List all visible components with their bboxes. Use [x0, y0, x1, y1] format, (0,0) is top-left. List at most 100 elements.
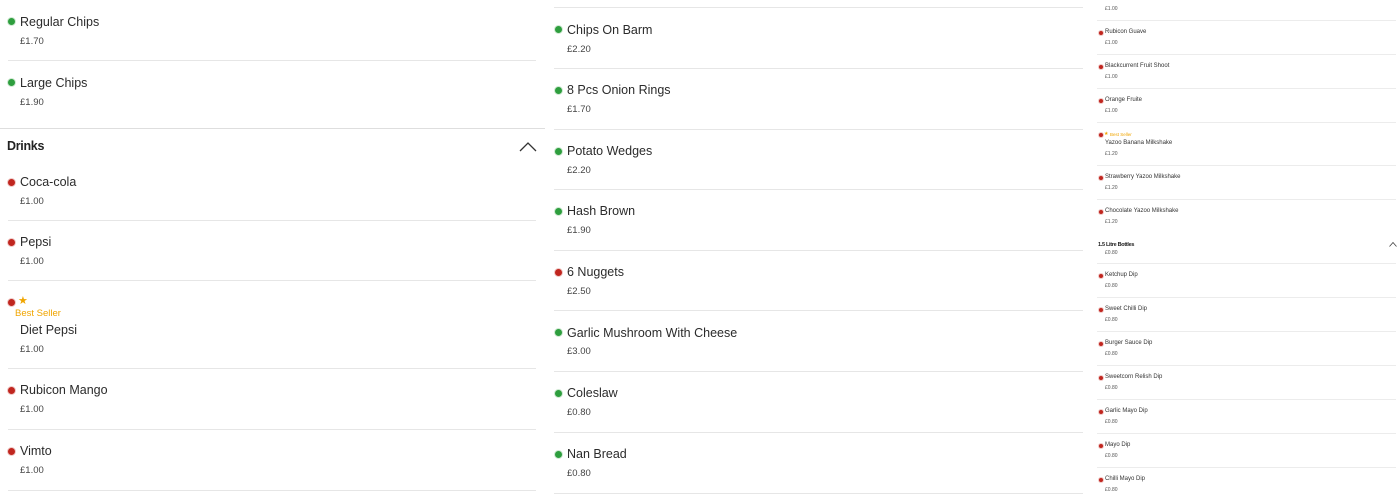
menu-item[interactable]: Sweetcorn Relish Dip £0.80: [1093, 366, 1400, 400]
item-price: £1.00: [20, 344, 44, 355]
chevron-up-icon[interactable]: [519, 140, 537, 152]
section-title-drinks: Drinks: [7, 139, 45, 153]
nonveg-indicator-icon: [8, 299, 15, 306]
section-divider: [0, 128, 545, 129]
menu-item[interactable]: 8 Pcs Onion Rings £1.70: [547, 69, 1090, 130]
item-name: Coca-cola: [20, 175, 77, 189]
menu-item[interactable]: Rubicon Mango £1.00: [0, 369, 545, 430]
star-icon: ★: [1104, 131, 1109, 137]
menu-item[interactable]: Potato Wedges £2.20: [547, 130, 1090, 190]
item-name: Garlic Mayo Dip: [1105, 408, 1148, 414]
item-name: Chilli Mayo Dip: [1105, 476, 1146, 482]
nonveg-indicator-icon: [1099, 176, 1103, 180]
item-price: £0.80: [1105, 419, 1118, 425]
item-price: £3.00: [567, 346, 591, 357]
item-name: Diet Pepsi: [20, 323, 77, 337]
item-price: £1.00: [20, 404, 44, 415]
nonveg-indicator-icon: [1099, 444, 1103, 448]
menu-item[interactable]: Orange Fruite £1.00: [1093, 89, 1400, 123]
menu-item[interactable]: Garlic Mushroom With Cheese £3.00: [547, 311, 1090, 372]
item-name: Potato Wedges: [567, 144, 653, 158]
menu-item[interactable]: Rubicon Guave £1.00: [1093, 21, 1400, 55]
menu-item[interactable]: Chips On Barm £2.20: [547, 8, 1090, 69]
item-price: £1.20: [1105, 185, 1118, 191]
menu-item[interactable]: Mayo Dip £0.80: [1093, 434, 1400, 468]
nonveg-indicator-icon: [8, 179, 15, 186]
menu-item[interactable]: Chilli Mayo Dip £0.80: [1093, 468, 1400, 500]
item-name: Yazoo Banana Milkshake: [1105, 140, 1173, 146]
veg-indicator-icon: [555, 451, 562, 458]
item-name: Burger Sauce Dip: [1105, 340, 1153, 346]
star-icon: ★: [18, 295, 28, 307]
item-price: £0.80: [567, 407, 591, 418]
nonveg-indicator-icon: [1099, 210, 1103, 214]
nonveg-indicator-icon: [1099, 342, 1103, 346]
item-name: Rubicon Guave: [1105, 29, 1147, 35]
menu-item[interactable]: Chocolate Yazoo Milkshake £1.20: [1093, 200, 1400, 234]
item-name: Large Chips: [20, 76, 88, 90]
item-name: Sweet Chilli Dip: [1105, 306, 1148, 312]
veg-indicator-icon: [555, 26, 562, 33]
item-price: £1.20: [1105, 219, 1118, 225]
menu-item[interactable]: 6 Nuggets £2.50: [547, 251, 1090, 311]
item-name: Pepsi: [20, 235, 52, 249]
item-name: Chocolate Yazoo Milkshake: [1105, 208, 1179, 214]
menu-item[interactable]: Large Chips £1.90: [0, 61, 545, 128]
item-price: £1.00: [1105, 40, 1118, 46]
divider: [554, 493, 1083, 494]
menu-item[interactable]: Strawberry Yazoo Milkshake £1.20: [1093, 166, 1400, 200]
item-price: £1.90: [20, 97, 44, 108]
item-name: 6 Nuggets: [567, 265, 624, 279]
item-name: 8 Pcs Onion Rings: [567, 83, 671, 97]
item-price: £0.80: [1105, 453, 1118, 459]
item-price: £1.70: [567, 104, 591, 115]
item-price: £1.20: [1105, 151, 1118, 157]
menu-item[interactable]: Regular Chips £1.70: [0, 0, 545, 61]
menu-item[interactable]: Coleslaw £0.80: [547, 372, 1090, 433]
section-title-bottles: 1.5 Litre Bottles: [1098, 242, 1135, 248]
nonveg-indicator-icon: [8, 387, 15, 394]
menu-item[interactable]: ★ Best Seller Diet Pepsi £1.00: [0, 281, 545, 369]
item-price: £0.80: [1105, 250, 1118, 256]
best-seller-badge: Best Seller: [1110, 132, 1132, 137]
item-price: £0.80: [1105, 317, 1118, 323]
menu-item[interactable]: Vimto £1.00: [0, 430, 545, 491]
item-price: £0.80: [1105, 385, 1118, 391]
item-price: £2.50: [567, 286, 591, 297]
item-name: Sweetcorn Relish Dip: [1105, 374, 1163, 380]
divider: [8, 490, 536, 491]
veg-indicator-icon: [555, 87, 562, 94]
menu-item[interactable]: Burger Sauce Dip £0.80: [1093, 332, 1400, 366]
chevron-up-icon[interactable]: [1389, 241, 1397, 247]
item-name: Rubicon Mango: [20, 383, 108, 397]
item-price: £1.00: [20, 256, 44, 267]
menu-item[interactable]: Pepsi £1.00: [0, 221, 545, 281]
veg-indicator-icon: [555, 208, 562, 215]
nonveg-indicator-icon: [8, 448, 15, 455]
menu-item[interactable]: Nan Bread £0.80: [547, 433, 1090, 494]
item-name: Ketchup Dip: [1105, 272, 1138, 278]
menu-item[interactable]: ★ Best Seller Yazoo Banana Milkshake £1.…: [1093, 123, 1400, 166]
menu-item[interactable]: Sweet Chilli Dip £0.80: [1093, 298, 1400, 332]
best-seller-badge: Best Seller: [15, 308, 61, 319]
menu-column-right: £1.00 Rubicon Guave £1.00 Blackcurrent F…: [1093, 0, 1400, 500]
nonveg-indicator-icon: [1099, 308, 1103, 312]
item-name: Orange Fruite: [1105, 97, 1143, 103]
veg-indicator-icon: [555, 390, 562, 397]
nonveg-indicator-icon: [1099, 31, 1103, 35]
item-price: £1.00: [1105, 108, 1118, 114]
menu-item[interactable]: Garlic Mayo Dip £0.80: [1093, 400, 1400, 434]
item-name: Mayo Dip: [1105, 442, 1131, 448]
menu-item[interactable]: Hash Brown £1.90: [547, 190, 1090, 251]
item-price: £0.80: [1105, 283, 1118, 289]
item-price: £0.80: [1105, 487, 1118, 493]
nonveg-indicator-icon: [8, 239, 15, 246]
item-price: £1.00: [1105, 74, 1118, 80]
menu-item[interactable]: Blackcurrent Fruit Shoot £1.00: [1093, 55, 1400, 89]
menu-column-middle: Chips On Barm £2.20 8 Pcs Onion Rings £1…: [547, 0, 1090, 500]
item-name: Vimto: [20, 444, 52, 458]
menu-item[interactable]: Coca-cola £1.00: [0, 161, 545, 221]
item-price: £1.90: [567, 225, 591, 236]
menu-item[interactable]: Ketchup Dip £0.80: [1093, 264, 1400, 298]
veg-indicator-icon: [555, 329, 562, 336]
